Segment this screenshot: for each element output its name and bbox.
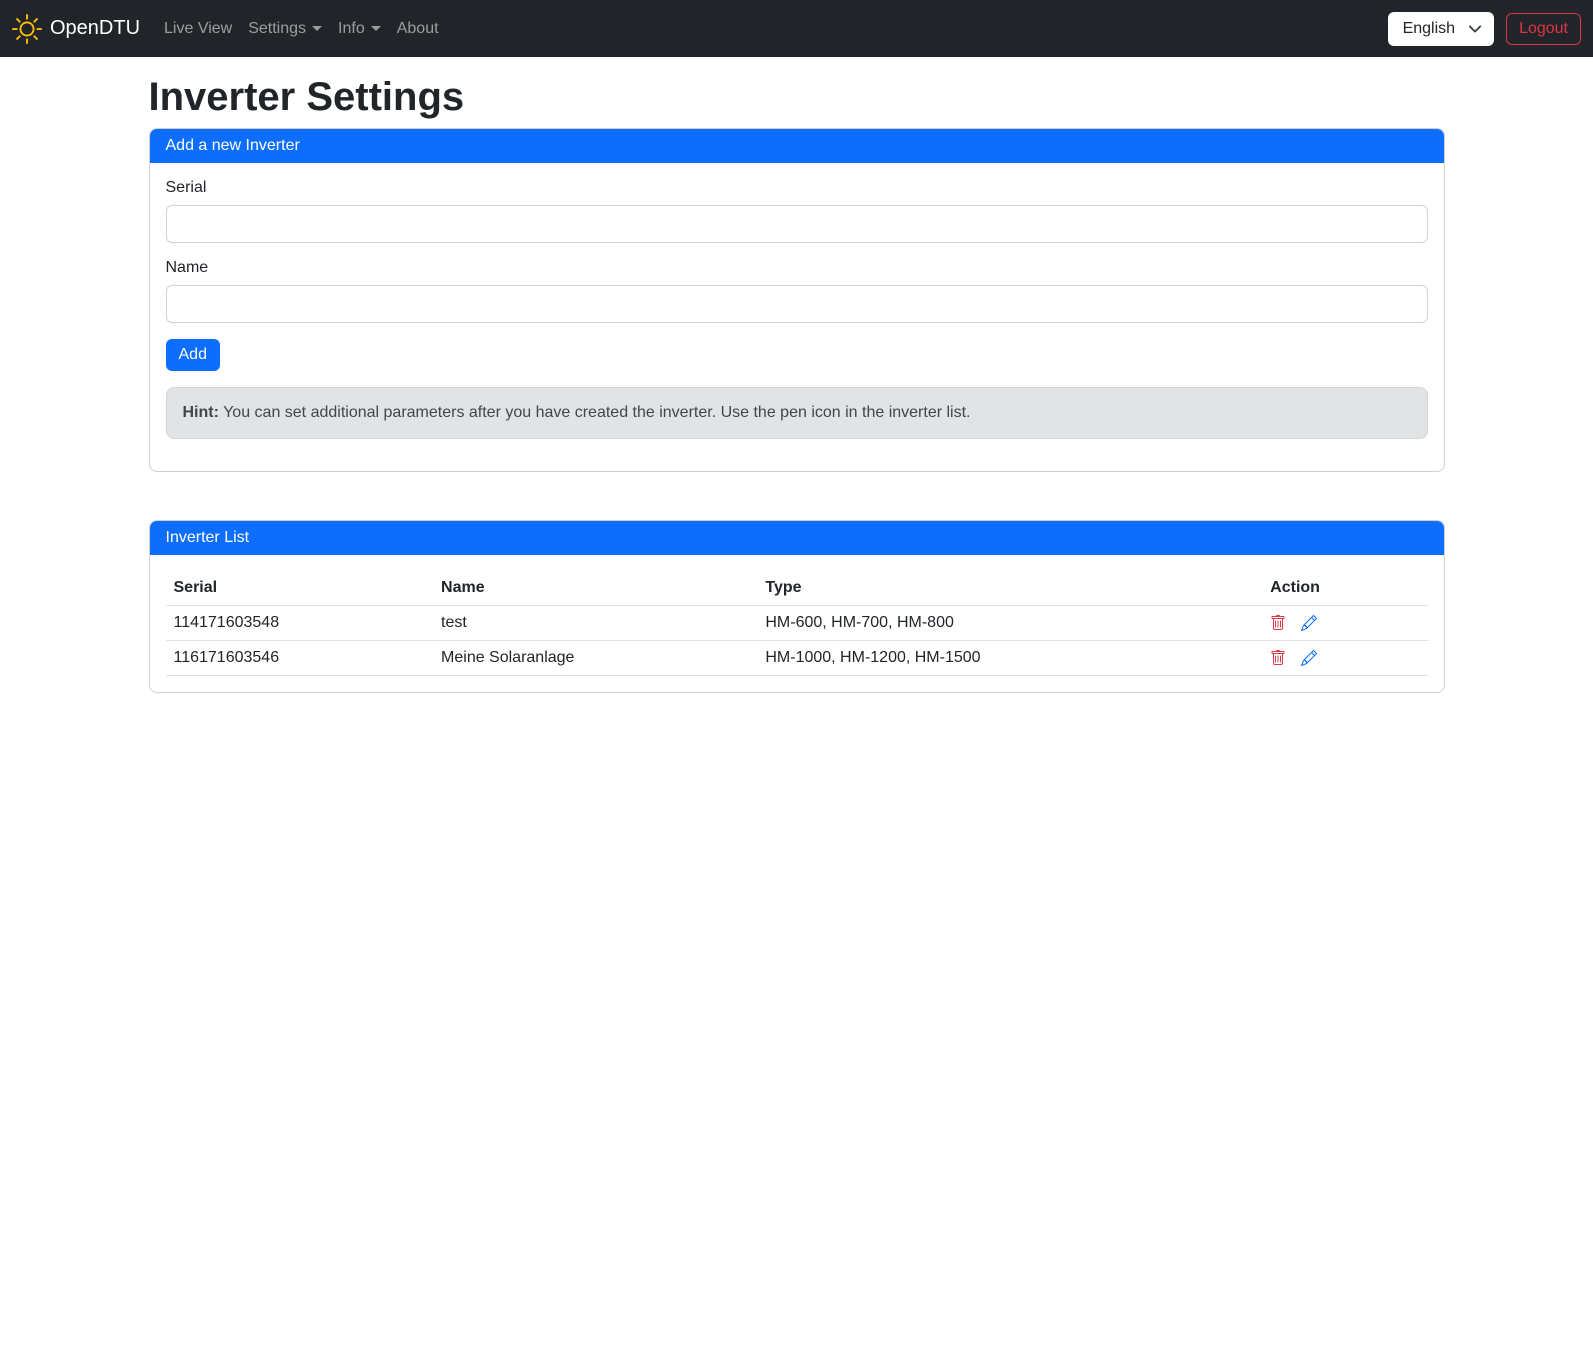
brand-label: OpenDTU	[50, 17, 140, 40]
nav-settings[interactable]: Settings	[240, 12, 330, 46]
hint-label: Hint:	[183, 404, 219, 421]
cell-name: Meine Solaranlage	[433, 641, 757, 676]
delete-inverter-button[interactable]	[1270, 615, 1286, 631]
language-select[interactable]: English	[1388, 12, 1494, 46]
nav-live-view[interactable]: Live View	[156, 12, 240, 46]
hint-alert: Hint: You can set additional parameters …	[166, 387, 1428, 439]
main-content: Inverter Settings Add a new Inverter Ser…	[137, 75, 1457, 693]
serial-input[interactable]	[166, 205, 1428, 243]
edit-inverter-button[interactable]	[1301, 615, 1317, 631]
page-title: Inverter Settings	[149, 75, 1445, 120]
navbar-right: English Logout	[1388, 12, 1581, 46]
column-header-action: Action	[1262, 571, 1427, 606]
nav-info[interactable]: Info	[330, 12, 389, 46]
cell-type: HM-1000, HM-1200, HM-1500	[757, 641, 1262, 676]
add-inverter-card-header: Add a new Inverter	[150, 129, 1444, 163]
column-header-serial: Serial	[166, 571, 434, 606]
table-row: 114171603548 test HM-600, HM-700, HM-800	[166, 606, 1428, 641]
serial-label: Serial	[166, 179, 1428, 197]
cell-serial: 116171603546	[166, 641, 434, 676]
table-header-row: Serial Name Type Action	[166, 571, 1428, 606]
add-inverter-card: Add a new Inverter Serial Name Add Hint:…	[149, 128, 1445, 472]
name-input[interactable]	[166, 285, 1428, 323]
inverter-list-card-body: Serial Name Type Action 114171603548 tes…	[150, 555, 1444, 692]
inverter-list-card: Inverter List Serial Name Type Action 11…	[149, 520, 1445, 693]
nav-about[interactable]: About	[389, 12, 447, 46]
chevron-down-icon	[1468, 22, 1482, 36]
column-header-type: Type	[757, 571, 1262, 606]
logout-button[interactable]: Logout	[1506, 13, 1581, 45]
sun-icon	[12, 14, 42, 44]
cell-action	[1262, 606, 1427, 641]
hint-text: You can set additional parameters after …	[223, 404, 970, 421]
language-selected-label: English	[1403, 20, 1455, 37]
table-row: 116171603546 Meine Solaranlage HM-1000, …	[166, 641, 1428, 676]
inverter-list-card-header: Inverter List	[150, 521, 1444, 555]
serial-field-group: Serial	[166, 179, 1428, 243]
column-header-name: Name	[433, 571, 757, 606]
trash-icon	[1270, 650, 1286, 666]
trash-icon	[1270, 615, 1286, 631]
pencil-icon	[1301, 650, 1317, 666]
nav-links: Live View Settings Info About	[156, 12, 1388, 46]
cell-type: HM-600, HM-700, HM-800	[757, 606, 1262, 641]
cell-name: test	[433, 606, 757, 641]
cell-serial: 114171603548	[166, 606, 434, 641]
delete-inverter-button[interactable]	[1270, 650, 1286, 666]
edit-inverter-button[interactable]	[1301, 650, 1317, 666]
pencil-icon	[1301, 615, 1317, 631]
inverter-table: Serial Name Type Action 114171603548 tes…	[166, 571, 1428, 676]
brand-link[interactable]: OpenDTU	[12, 14, 140, 44]
navbar: OpenDTU Live View Settings Info About En…	[0, 0, 1593, 57]
name-label: Name	[166, 259, 1428, 277]
add-inverter-card-body: Serial Name Add Hint: You can set additi…	[150, 163, 1444, 471]
add-button[interactable]: Add	[166, 339, 220, 371]
chevron-down-icon	[371, 26, 381, 31]
chevron-down-icon	[312, 26, 322, 31]
name-field-group: Name	[166, 259, 1428, 323]
cell-action	[1262, 641, 1427, 676]
